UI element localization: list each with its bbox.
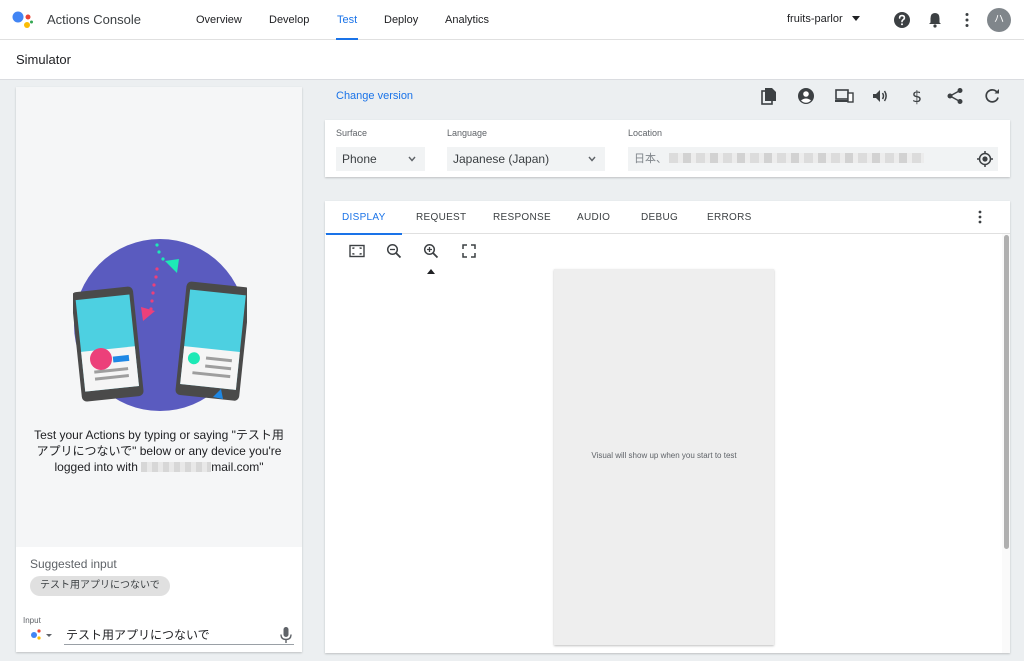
devices-icon[interactable]: [834, 86, 854, 106]
tab-audio[interactable]: AUDIO: [577, 201, 610, 234]
language-label: Language: [447, 128, 488, 138]
avatar[interactable]: ハ: [987, 8, 1011, 32]
tab-errors[interactable]: ERRORS: [707, 201, 752, 234]
location-label: Location: [628, 128, 663, 138]
zoom-indicator-caret: [427, 269, 435, 274]
location-value: 日本、: [634, 153, 667, 165]
language-value: Japanese (Japan): [453, 152, 550, 166]
input-label: Input: [23, 616, 41, 625]
language-select[interactable]: Japanese (Japan): [447, 147, 605, 171]
display-placeholder: Visual will show up when you start to te…: [591, 451, 737, 460]
nav-deploy[interactable]: Deploy: [384, 0, 418, 40]
my-location-icon[interactable]: [976, 150, 994, 168]
caret-down-icon: [851, 16, 860, 21]
phones-illustration: [73, 239, 247, 411]
scrollbar-thumb[interactable]: [1004, 235, 1009, 549]
tab-request[interactable]: REQUEST: [416, 201, 466, 234]
refresh-icon[interactable]: [982, 86, 1002, 106]
sub-header: Simulator: [0, 40, 1024, 80]
output-tabs: DISPLAY REQUEST RESPONSE AUDIO DEBUG ERR…: [325, 201, 1010, 235]
surface-value: Phone: [342, 152, 377, 166]
nav-test[interactable]: Test: [335, 0, 359, 40]
simulator-intro-text: Test your Actions by typing or saying "テ…: [32, 427, 286, 475]
input-area: Suggested input テスト用アプリにつないで Input: [16, 547, 302, 652]
intro-line-3-prefix: logged into with: [54, 460, 142, 474]
nav-analytics[interactable]: Analytics: [445, 0, 489, 40]
query-input[interactable]: [64, 625, 294, 645]
project-name: fruits-parlor: [787, 13, 843, 25]
zoom-in-icon[interactable]: [422, 242, 440, 260]
surface-select[interactable]: Phone: [336, 147, 425, 171]
display-canvas: Visual will show up when you start to te…: [554, 269, 774, 645]
svg-text:$: $: [912, 87, 922, 106]
change-version-link[interactable]: Change version: [336, 90, 413, 102]
top-bar: Actions Console Overview Develop Test De…: [0, 0, 1024, 40]
intro-line-2: アプリにつないで" below or any device you're: [36, 444, 282, 458]
page-title: Simulator: [16, 52, 71, 67]
copy-icon[interactable]: [759, 86, 779, 106]
simulator-panel: Test your Actions by typing or saying "テ…: [16, 87, 302, 652]
chevron-down-icon: [588, 156, 596, 162]
intro-line-1: Test your Actions by typing or saying "テ…: [34, 428, 284, 442]
redacted-address: [669, 153, 924, 163]
google-assistant-logo-icon[interactable]: [12, 10, 34, 30]
volume-icon[interactable]: [870, 86, 890, 106]
assistant-input-mode-icon[interactable]: [30, 628, 54, 642]
tab-debug[interactable]: DEBUG: [641, 201, 678, 234]
mic-icon[interactable]: [279, 626, 293, 644]
zoom-out-icon[interactable]: [385, 242, 403, 260]
device-settings-card: Surface Phone Language Japanese (Japan) …: [325, 120, 1010, 177]
tab-display[interactable]: DISPLAY: [326, 201, 402, 235]
surface-label: Surface: [336, 128, 368, 138]
dollar-icon[interactable]: $: [907, 86, 927, 106]
suggested-input-label: Suggested input: [30, 557, 117, 571]
location-input[interactable]: 日本、: [628, 147, 998, 171]
nav-overview[interactable]: Overview: [196, 0, 242, 40]
suggestion-chip[interactable]: テスト用アプリにつないで: [30, 576, 170, 596]
output-card: DISPLAY REQUEST RESPONSE AUDIO DEBUG ERR…: [325, 201, 1010, 653]
bell-icon[interactable]: [925, 10, 945, 30]
tab-response[interactable]: RESPONSE: [493, 201, 551, 234]
share-icon[interactable]: [945, 86, 965, 106]
chevron-down-icon: [408, 156, 416, 162]
fit-screen-icon[interactable]: [348, 242, 366, 260]
project-selector[interactable]: fruits-parlor: [787, 13, 860, 25]
intro-line-3-suffix: mail.com": [211, 460, 264, 474]
fullscreen-icon[interactable]: [460, 242, 478, 260]
account-icon[interactable]: [796, 86, 816, 106]
brand-name: Actions Console: [47, 12, 141, 27]
nav-develop[interactable]: Develop: [269, 0, 309, 40]
redacted-email: [141, 462, 212, 472]
more-vert-icon[interactable]: [972, 209, 988, 225]
help-icon[interactable]: [892, 10, 912, 30]
more-vert-icon[interactable]: [957, 10, 977, 30]
